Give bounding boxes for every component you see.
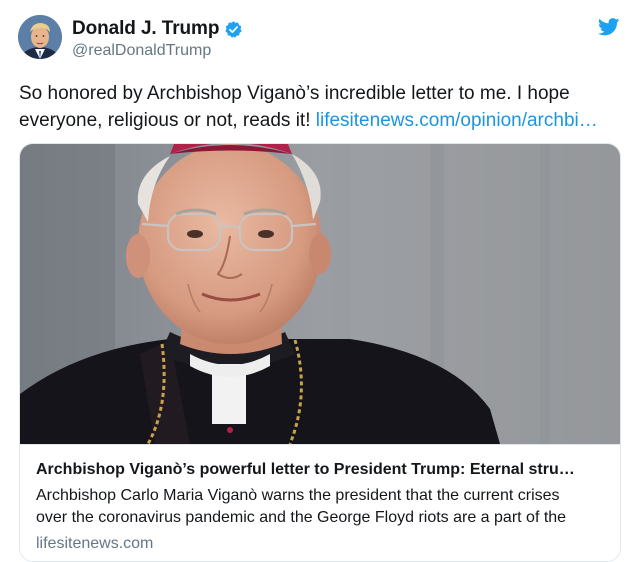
- display-name[interactable]: Donald J. Trump: [72, 18, 219, 40]
- archbishop-photo-icon: [20, 144, 620, 444]
- card-description-line: Archbishop Carlo Maria Viganò warns the …: [36, 487, 560, 504]
- card-title[interactable]: Archbishop Viganò’s powerful letter to P…: [36, 459, 604, 481]
- card-body[interactable]: Archbishop Viganò’s powerful letter to P…: [20, 444, 620, 561]
- profile-photo-icon: [18, 15, 62, 59]
- link-preview-card[interactable]: Archbishop Viganò’s powerful letter to P…: [19, 143, 621, 562]
- tweet-link[interactable]: lifesitenews.com/opinion/archbi…: [316, 110, 598, 131]
- card-image[interactable]: [20, 144, 620, 444]
- author-name-row: Donald J. Trump: [72, 18, 243, 40]
- card-domain[interactable]: lifesitenews.com: [36, 533, 604, 555]
- tweet-text: So honored by Archbishop Viganò’s incred…: [19, 80, 619, 134]
- tweet: Donald J. Trump @realDonaldTrump So hono…: [0, 0, 640, 562]
- twitter-bird-icon[interactable]: [598, 18, 620, 36]
- user-handle[interactable]: @realDonaldTrump: [72, 42, 211, 60]
- card-description: Archbishop Carlo Maria Viganò warns the …: [36, 485, 604, 529]
- avatar[interactable]: [18, 15, 62, 59]
- verified-badge-icon: [224, 20, 243, 39]
- card-description-line: over the coronavirus pandemic and the Ge…: [36, 509, 567, 526]
